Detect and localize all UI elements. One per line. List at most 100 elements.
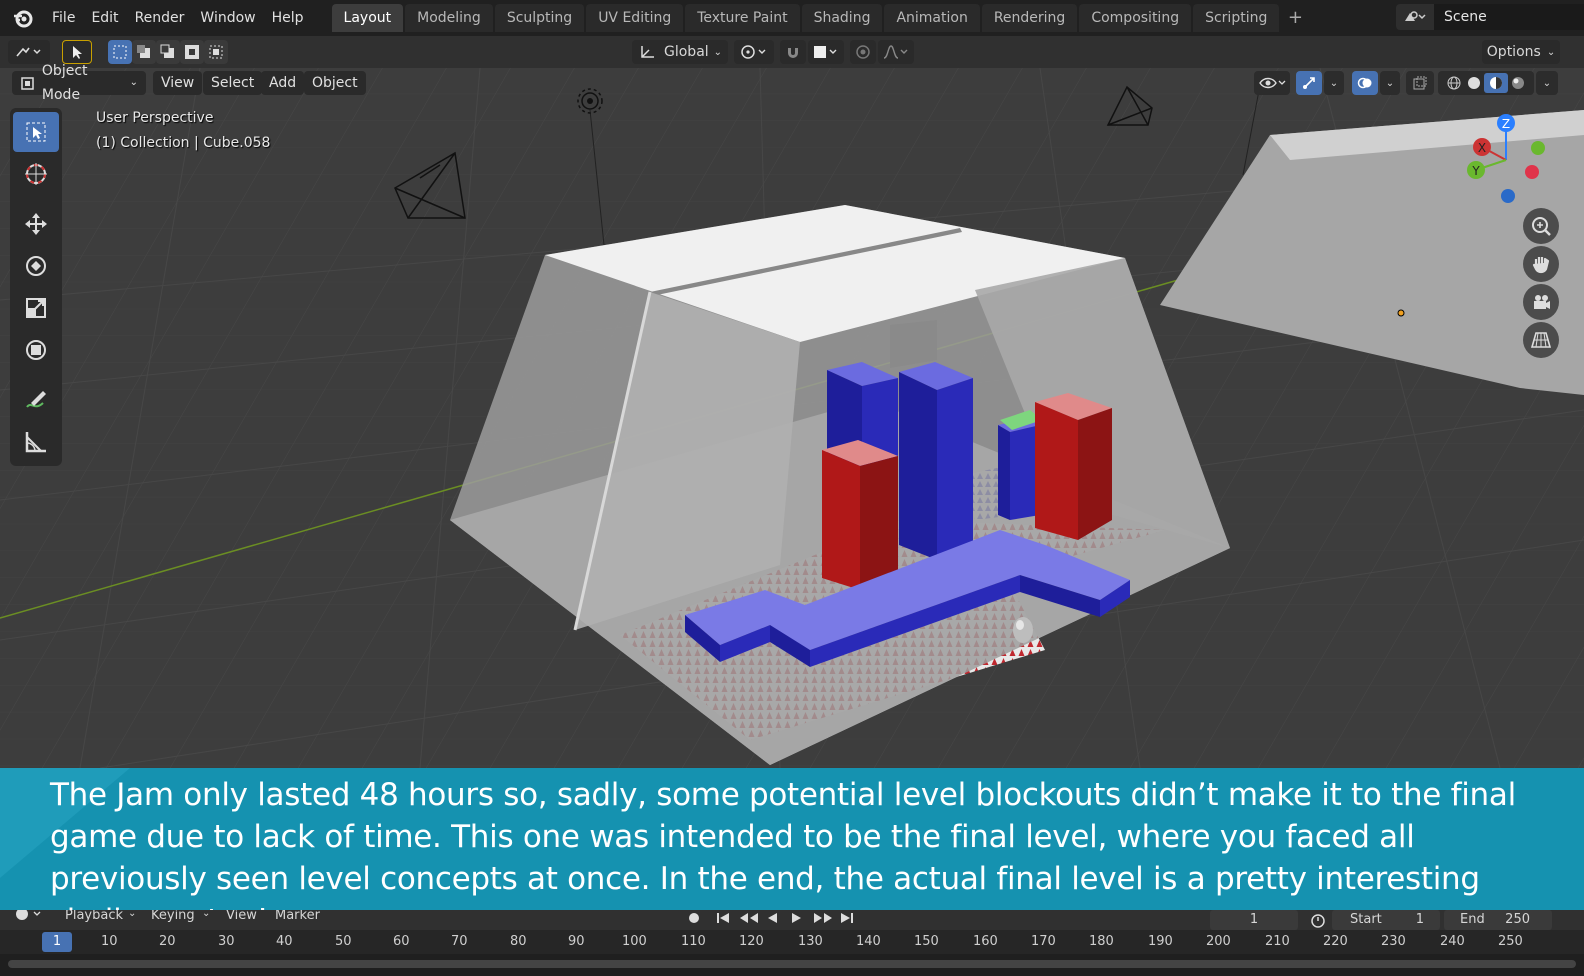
tab-animation[interactable]: Animation xyxy=(884,4,980,32)
snap-target-icon[interactable] xyxy=(808,40,844,64)
scene-selector[interactable]: Scene xyxy=(1396,4,1584,30)
jump-keyframe-back-icon[interactable] xyxy=(738,910,760,930)
gizmo-neg-x-axis[interactable] xyxy=(1525,165,1539,179)
chevron-down-icon: ⌄ xyxy=(202,910,211,919)
timeline-menu-playback[interactable]: Playback xyxy=(65,910,123,923)
pivot-point-icon[interactable] xyxy=(734,40,774,64)
gizmo-x-label: X xyxy=(1478,141,1486,155)
visibility-icon[interactable] xyxy=(1254,71,1290,95)
jump-start-icon[interactable] xyxy=(714,910,732,930)
frame-tick: 150 xyxy=(914,934,939,949)
measure-tool-icon[interactable] xyxy=(13,422,59,462)
menu-edit[interactable]: Edit xyxy=(83,5,126,31)
frame-tick: 220 xyxy=(1323,934,1348,949)
proportional-editing-icon[interactable] xyxy=(850,40,876,64)
tab-sculpting[interactable]: Sculpting xyxy=(494,4,585,32)
play-reverse-icon[interactable] xyxy=(764,910,780,930)
start-frame-value: 1 xyxy=(1415,912,1424,927)
gizmo-toggle-icon[interactable] xyxy=(1296,71,1322,95)
playhead-frame-indicator[interactable]: 1 xyxy=(42,932,72,952)
falloff-icon[interactable] xyxy=(878,40,914,64)
chevron-down-icon[interactable]: ⌄ xyxy=(1324,71,1344,95)
wireframe-shading-icon[interactable] xyxy=(1444,75,1464,91)
scene-icon[interactable] xyxy=(1396,4,1434,30)
frame-tick: 190 xyxy=(1148,934,1173,949)
xray-toggle-icon[interactable] xyxy=(1406,71,1434,95)
solid-shading-icon[interactable] xyxy=(1464,75,1484,91)
timeline-scrollbar[interactable] xyxy=(8,960,1576,968)
snap-icon[interactable] xyxy=(780,40,806,64)
scale-tool-icon[interactable] xyxy=(13,288,59,328)
frame-tick: 90 xyxy=(568,934,585,949)
viewport-menu-select[interactable]: Select xyxy=(203,71,263,95)
start-frame-field[interactable]: Start 1 xyxy=(1332,910,1440,930)
add-workspace-icon[interactable]: + xyxy=(1281,4,1309,32)
viewport-menu-view[interactable]: View xyxy=(153,71,203,95)
tab-uv-editing[interactable]: UV Editing xyxy=(586,4,684,32)
perspective-toggle-icon[interactable] xyxy=(1523,322,1559,358)
tab-rendering[interactable]: Rendering xyxy=(981,4,1078,32)
chevron-down-icon[interactable]: ⌄ xyxy=(1380,71,1400,95)
material-shading-icon[interactable] xyxy=(1484,73,1508,93)
rendered-shading-icon[interactable] xyxy=(1508,75,1528,91)
navigation-gizmo[interactable]: Z X Y xyxy=(1460,110,1560,210)
stopwatch-icon[interactable] xyxy=(1308,911,1328,930)
pan-hand-icon[interactable] xyxy=(1523,246,1559,282)
current-frame-field[interactable]: 1 xyxy=(1210,910,1298,930)
overlays-toggle-icon[interactable] xyxy=(1352,71,1378,95)
select-mode-intersect-icon[interactable] xyxy=(204,40,228,64)
tab-layout[interactable]: Layout xyxy=(331,4,404,32)
move-tool-icon[interactable] xyxy=(13,204,59,244)
menu-render[interactable]: Render xyxy=(127,5,193,31)
timeline-menu-marker[interactable]: Marker xyxy=(275,910,320,923)
end-frame-field[interactable]: End 250 xyxy=(1444,910,1552,930)
scene-name[interactable]: Scene xyxy=(1434,4,1584,30)
gizmo-neg-z-axis[interactable] xyxy=(1501,189,1515,203)
menu-help[interactable]: Help xyxy=(264,5,312,31)
transform-tool-icon[interactable] xyxy=(13,330,59,370)
viewport-menu-object[interactable]: Object xyxy=(304,71,366,95)
timeline-editor-type-icon[interactable] xyxy=(12,910,48,928)
menu-file[interactable]: File xyxy=(44,5,83,31)
select-mode-subtract-icon[interactable] xyxy=(156,40,180,64)
chevron-down-icon[interactable]: ⌄ xyxy=(1536,71,1558,95)
jump-end-icon[interactable] xyxy=(838,910,856,930)
timeline-ruler[interactable]: 10 20 30 40 50 60 70 80 90 100 110 120 1… xyxy=(0,930,1584,954)
tab-scripting[interactable]: Scripting xyxy=(1193,4,1280,32)
tool-shelf xyxy=(10,108,62,466)
cursor-tool-icon[interactable] xyxy=(13,154,59,194)
menu-window[interactable]: Window xyxy=(192,5,263,31)
play-icon[interactable] xyxy=(788,910,804,930)
annotate-tool-icon[interactable] xyxy=(13,380,59,420)
viewport-menu-add[interactable]: Add xyxy=(261,71,305,95)
start-frame-label: Start xyxy=(1350,912,1382,927)
options-label: Options xyxy=(1486,44,1541,60)
timeline-menu-keying[interactable]: Keying xyxy=(151,910,195,923)
record-icon[interactable] xyxy=(686,910,702,930)
tab-texture-paint[interactable]: Texture Paint xyxy=(685,4,800,32)
3d-viewport[interactable] xyxy=(0,68,1584,768)
chevron-down-icon: ⌄ xyxy=(129,77,138,88)
gizmo-neg-y-axis[interactable] xyxy=(1531,141,1545,155)
chevron-down-icon: ⌄ xyxy=(1546,46,1556,58)
viewport-scene xyxy=(0,68,1584,768)
select-mode-invert-icon[interactable] xyxy=(180,40,204,64)
rotate-tool-icon[interactable] xyxy=(13,246,59,286)
tab-compositing[interactable]: Compositing xyxy=(1079,4,1192,32)
tab-modeling[interactable]: Modeling xyxy=(405,4,493,32)
blender-logo-icon[interactable] xyxy=(8,3,38,33)
tab-shading[interactable]: Shading xyxy=(801,4,883,32)
frame-tick: 180 xyxy=(1089,934,1114,949)
frame-tick: 80 xyxy=(510,934,527,949)
view-perspective-label: User Perspective xyxy=(96,110,214,126)
frame-tick: 50 xyxy=(335,934,352,949)
select-box-tool-icon[interactable] xyxy=(13,112,59,152)
zoom-icon[interactable] xyxy=(1523,208,1559,244)
select-mode-extend-icon[interactable] xyxy=(132,40,156,64)
options-dropdown[interactable]: Options ⌄ xyxy=(1482,40,1560,64)
jump-keyframe-forward-icon[interactable] xyxy=(812,910,834,930)
timeline-menu-view[interactable]: View xyxy=(226,910,257,923)
transform-orientation-dropdown[interactable]: Global ⌄ xyxy=(632,40,728,64)
mode-dropdown[interactable]: Object Mode ⌄ xyxy=(12,63,146,103)
camera-view-icon[interactable] xyxy=(1523,284,1559,320)
